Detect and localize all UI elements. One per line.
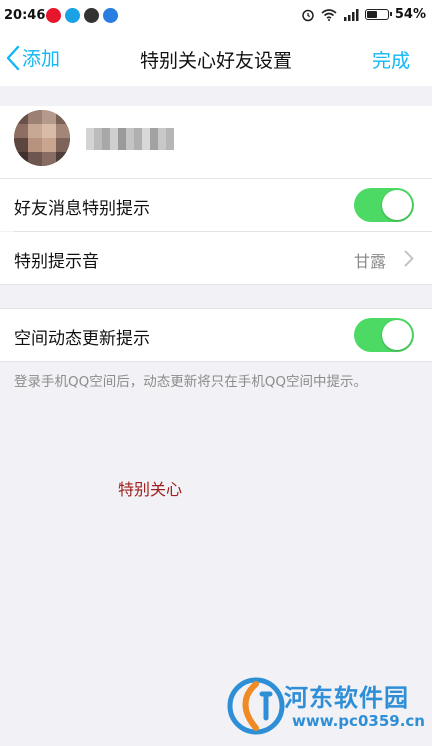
space-update-alert-label: 空间动态更新提示: [14, 329, 150, 349]
status-bar: 20:46 54%: [0, 0, 432, 32]
signal-icon: [343, 8, 359, 21]
back-button[interactable]: 添加: [6, 44, 60, 71]
app-icon: [84, 8, 99, 23]
battery-percent: 54%: [394, 7, 426, 22]
friend-profile-row[interactable]: [0, 106, 432, 178]
space-update-footnote: 登录手机QQ空间后，动态更新将只在手机QQ空间中提示。: [14, 374, 368, 390]
wifi-icon: [321, 8, 337, 21]
alert-sound-row[interactable]: 特别提示音 甘露: [0, 232, 432, 284]
qq-icon: [65, 8, 80, 23]
space-update-alert-row: 空间动态更新提示: [0, 309, 432, 361]
status-time: 20:46: [4, 8, 46, 23]
page-title: 特别关心好友设置: [139, 50, 292, 72]
row-divider: [0, 284, 432, 285]
row-divider: [0, 361, 432, 362]
space-update-alert-toggle[interactable]: [354, 318, 414, 352]
done-button[interactable]: 完成: [372, 46, 410, 73]
battery-fill: [366, 11, 377, 18]
blurred-nickname: [86, 128, 178, 150]
friend-message-alert-row: 好友消息特别提示: [0, 179, 432, 231]
watermark-url: www.pc0359.cn: [292, 712, 425, 730]
battery-icon: [364, 9, 392, 20]
friend-message-alert-toggle[interactable]: [354, 188, 414, 222]
watermark-title: 河东软件园: [284, 683, 409, 712]
site-watermark: 河东软件园 www.pc0359.cn: [226, 674, 430, 740]
alert-sound-label: 特别提示音: [14, 252, 99, 272]
back-label: 添加: [22, 48, 61, 70]
annotation-text: 特别关心: [118, 480, 183, 499]
toggle-knob: [382, 320, 412, 350]
weibo-icon: [46, 8, 61, 23]
avatar: [14, 110, 70, 166]
qq-browser-icon: [103, 8, 118, 23]
alarm-icon: [302, 9, 314, 21]
toggle-knob: [382, 190, 412, 220]
alert-sound-value: 甘露: [353, 252, 386, 271]
nav-bar: 添加 特别关心好友设置 完成: [0, 32, 432, 86]
chevron-left-icon: [6, 45, 20, 70]
friend-message-alert-label: 好友消息特别提示: [14, 199, 150, 219]
chevron-right-icon: [404, 250, 414, 267]
notification-icons: [46, 8, 118, 23]
watermark-logo-icon: [227, 677, 285, 735]
system-icons: 54%: [301, 7, 426, 22]
